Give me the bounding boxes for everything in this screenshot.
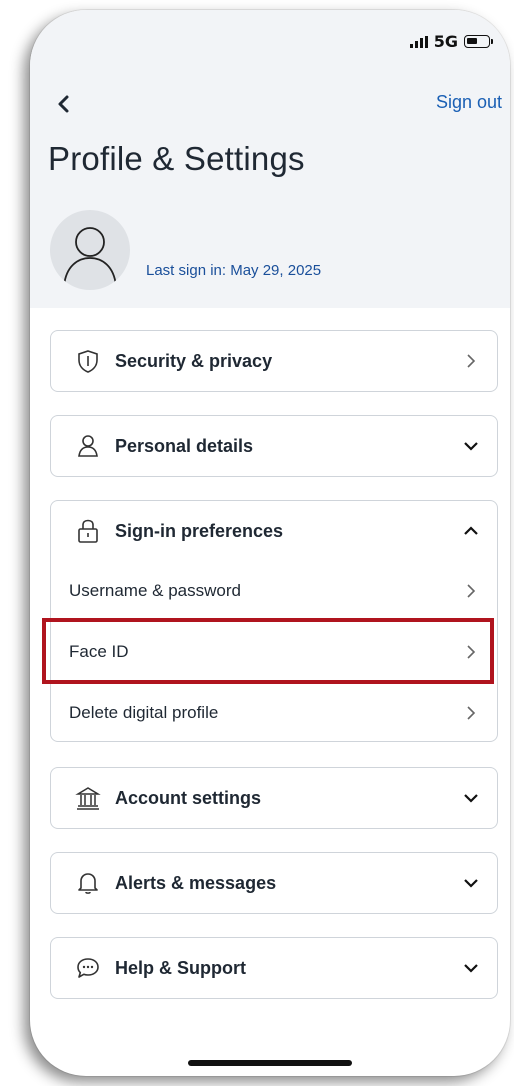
row-label: Delete digital profile (69, 703, 219, 722)
person-icon (78, 435, 98, 457)
section-account-settings[interactable]: Account settings (50, 767, 498, 829)
chevron-down-icon (464, 964, 478, 973)
section-label: Help & Support (115, 957, 246, 978)
section-personal-details[interactable]: Personal details (50, 415, 498, 477)
lock-icon (78, 519, 98, 543)
battery-icon (464, 35, 493, 48)
home-indicator[interactable] (188, 1060, 352, 1066)
section-label: Security & privacy (115, 350, 273, 371)
chevron-down-icon (464, 442, 478, 451)
section-alerts-messages[interactable]: Alerts & messages (50, 852, 498, 914)
signal-icon (409, 35, 428, 48)
section-label: Account settings (115, 787, 262, 808)
chevron-right-icon (467, 584, 476, 598)
chevron-up-icon (464, 526, 478, 535)
delete-digital-profile-row[interactable]: Delete digital profile (51, 683, 497, 744)
section-label: Personal details (115, 435, 254, 456)
chevron-right-icon (467, 706, 476, 720)
chat-icon (77, 958, 99, 978)
status-bar: 5G (409, 32, 493, 51)
username-password-row[interactable]: Username & password (51, 561, 497, 622)
page-title: Profile & Settings (48, 140, 305, 177)
user-avatar-icon[interactable] (50, 210, 130, 290)
last-sign-in-text: Last sign in: May 29, 2025 (146, 262, 322, 279)
row-label: Username & password (69, 581, 241, 600)
sign-out-link[interactable]: Sign out (436, 92, 502, 113)
face-id-highlight-box (42, 618, 494, 684)
chevron-left-icon[interactable] (52, 92, 76, 116)
chevron-down-icon (464, 879, 478, 888)
network-label: 5G (433, 32, 458, 51)
chevron-right-icon (467, 354, 476, 368)
phone-frame: 5G Sign out Profile & Settings Last sign… (30, 10, 510, 1076)
shield-icon (78, 350, 98, 373)
section-label: Sign-in preferences (115, 520, 284, 541)
section-help-support[interactable]: Help & Support (50, 937, 498, 999)
bank-icon (75, 787, 101, 810)
chevron-down-icon (464, 794, 478, 803)
bell-icon (78, 873, 98, 894)
section-label: Alerts & messages (115, 872, 277, 893)
section-header[interactable]: Sign-in preferences (51, 501, 497, 561)
section-security-privacy[interactable]: Security & privacy (50, 330, 498, 392)
